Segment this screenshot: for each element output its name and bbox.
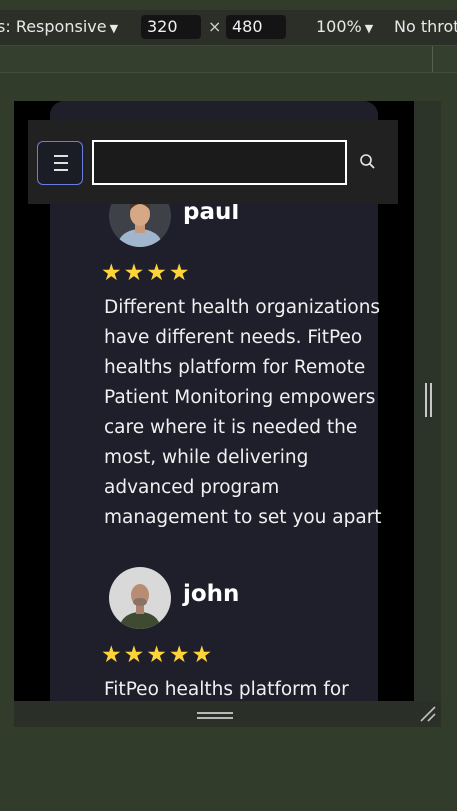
review-text: FitPeo healths platform for — [104, 679, 349, 700]
navbar — [28, 120, 398, 204]
chevron-down-icon: ▼ — [109, 22, 119, 35]
menu-toggle-button[interactable] — [37, 141, 83, 185]
star-icon: ★ — [123, 642, 147, 668]
star-icon: ★ — [146, 642, 169, 668]
resize-bar-bottom — [14, 701, 441, 727]
search-icon[interactable] — [358, 152, 378, 172]
page-viewport: paul ★★★★ Different health organizations… — [14, 101, 414, 701]
star-icon: ★ — [146, 260, 169, 286]
throttle-select[interactable]: No throt — [394, 17, 457, 36]
star-icon: ★ — [168, 642, 192, 668]
star-icon: ★ — [101, 260, 124, 286]
star-icon: ★ — [101, 642, 124, 668]
chevron-down-icon: ▼ — [364, 22, 374, 35]
height-input[interactable]: 480 — [226, 15, 286, 39]
device-mode-select[interactable]: s: Responsive ▼ — [0, 17, 118, 36]
hamburger-menu-icon — [54, 155, 68, 157]
strip-divider — [432, 46, 433, 72]
reviewer-name: john — [183, 581, 240, 607]
resize-handle-bottom[interactable] — [197, 712, 233, 714]
device-frame: paul ★★★★ Different health organizations… — [14, 101, 441, 727]
avatar — [109, 567, 171, 629]
resize-corner-icon[interactable] — [419, 705, 437, 723]
search-input[interactable] — [92, 140, 347, 185]
star-icon: ★ — [123, 260, 147, 286]
resize-handle-right[interactable] — [425, 383, 427, 417]
hamburger-menu-icon — [54, 169, 68, 171]
zoom-select[interactable]: 100% ▼ — [316, 17, 373, 36]
review-text: Different health organizations have diff… — [104, 297, 382, 528]
star-rating: ★★★★ — [101, 260, 192, 286]
zoom-label: 100% — [316, 17, 362, 36]
star-icon: ★ — [191, 642, 215, 668]
star-rating: ★★★★★ — [101, 642, 214, 668]
star-icon: ★ — [168, 260, 192, 286]
width-input[interactable]: 320 — [141, 15, 201, 39]
devtools-toolbar: s: Responsive ▼ 320 × 480 100% ▼ No throt — [0, 10, 457, 45]
hamburger-menu-icon — [54, 162, 68, 164]
devtools-ruler-strip — [0, 45, 457, 73]
dimension-separator: × — [208, 17, 222, 36]
device-label: s: Responsive — [0, 17, 107, 36]
